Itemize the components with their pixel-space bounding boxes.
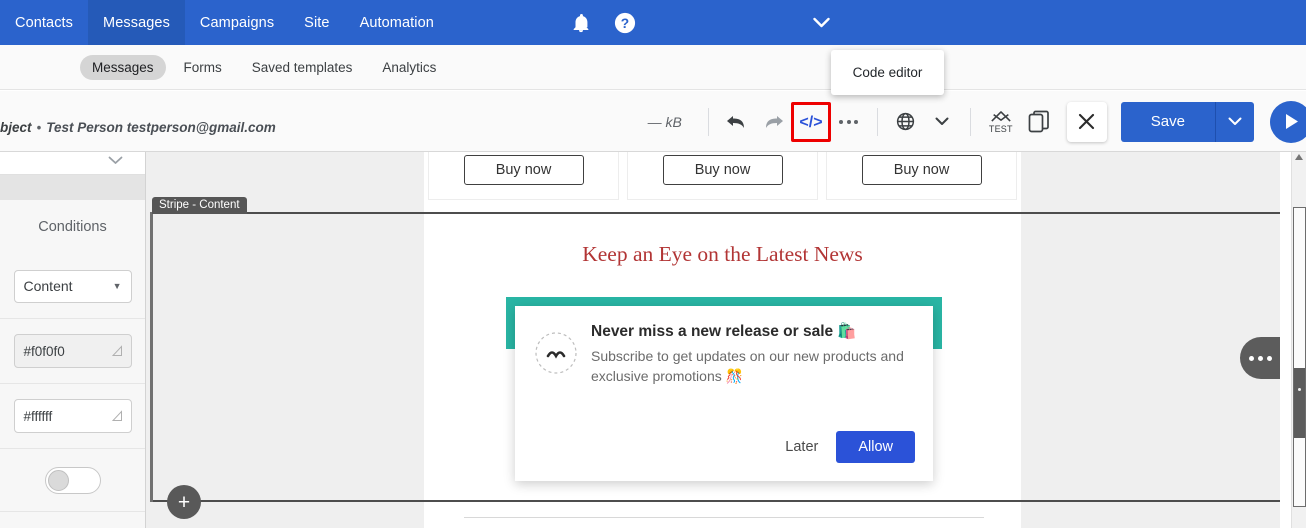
tab-messages[interactable]: Messages <box>80 54 166 80</box>
more-options-icon[interactable] <box>831 104 867 140</box>
subject-label: bject <box>0 120 32 135</box>
notification-subtitle: Subscribe to get updates on our new prod… <box>591 348 904 384</box>
background-color-value: #f0f0f0 <box>23 343 65 359</box>
nav-item-campaigns[interactable]: Campaigns <box>185 0 289 45</box>
sidebar-selected-band <box>0 175 145 200</box>
help-circle-icon[interactable]: ? <box>614 12 636 34</box>
close-editor-button[interactable] <box>1066 101 1107 142</box>
footer-divider <box>464 517 984 518</box>
notification-card-image: Never miss a new release or sale 🛍️ Subs… <box>506 297 942 492</box>
toolbar-divider-3 <box>969 107 971 136</box>
caret-down-icon: ▼ <box>112 281 122 291</box>
subject-separator: • <box>36 120 42 135</box>
sidebar-top-panel <box>0 152 145 175</box>
subject-line: bject • Test Person testperson@gmail.com <box>0 120 276 135</box>
scroll-up-arrow-icon[interactable] <box>1295 154 1303 160</box>
svg-text:?: ? <box>621 16 629 31</box>
sidebar-background-color-row: #f0f0f0 <box>0 319 145 384</box>
canvas-vertical-scrollbar[interactable] <box>1291 152 1306 528</box>
foreground-color-value: #ffffff <box>23 408 53 424</box>
buy-now-button-3[interactable]: Buy now <box>861 155 982 185</box>
code-editor-tooltip: Code editor <box>831 50 944 95</box>
color-picker-droplet-icon-2[interactable] <box>111 410 123 425</box>
preview-play-button[interactable] <box>1270 100 1306 143</box>
scrollbar-thumb[interactable] <box>1294 368 1305 438</box>
background-color-field[interactable]: #f0f0f0 <box>13 334 132 368</box>
allow-button[interactable]: Allow <box>836 431 915 463</box>
sidebar-chevron-down-icon[interactable] <box>108 153 123 168</box>
message-size-label: — kB <box>647 113 682 130</box>
notification-card: Never miss a new release or sale 🛍️ Subs… <box>515 306 933 481</box>
buy-now-button-2[interactable]: Buy now <box>662 155 783 185</box>
tab-forms[interactable]: Forms <box>172 55 234 80</box>
undo-arrow-icon[interactable] <box>719 104 755 140</box>
properties-sidebar: Conditions Content ▼ #f0f0f0 #ffffff <box>0 152 146 528</box>
more-horizontal-icon <box>839 119 859 124</box>
tab-analytics[interactable]: Analytics <box>370 55 448 80</box>
save-button[interactable]: Save <box>1120 101 1216 142</box>
product-cell-1: Buy now <box>428 152 619 200</box>
toggle-knob <box>47 469 69 491</box>
nav-item-site[interactable]: Site <box>289 0 344 45</box>
scrollbar-track[interactable] <box>1293 207 1306 507</box>
save-options-chevron-down-icon[interactable] <box>1216 101 1254 142</box>
toolbar-actions: — kB </> TEST Save <box>648 91 1306 152</box>
news-heading: Keep an Eye on the Latest News <box>582 242 863 266</box>
toolbar-divider <box>707 107 709 136</box>
product-cell-3: Buy now <box>826 152 1017 200</box>
sidebar-foreground-color-row: #ffffff <box>0 384 145 449</box>
notification-title: Never miss a new release or sale 🛍️ <box>591 323 857 340</box>
toolbar-divider-2 <box>876 107 878 136</box>
nav-item-automation[interactable]: Automation <box>345 0 449 45</box>
bell-icon[interactable] <box>570 12 592 34</box>
tab-saved-templates[interactable]: Saved templates <box>240 55 365 80</box>
copy-icon[interactable] <box>1021 104 1057 140</box>
product-buy-row: Buy now Buy now Buy now <box>424 152 1021 200</box>
test-send-icon[interactable]: TEST <box>981 104 1021 140</box>
nav-item-messages[interactable]: Messages <box>88 0 185 45</box>
notification-actions: Later Allow <box>785 431 915 463</box>
later-button[interactable]: Later <box>785 439 818 455</box>
sidebar-content-select-row: Content ▼ <box>0 254 145 319</box>
subject-recipient: Test Person testperson@gmail.com <box>46 120 276 135</box>
nav-icon-group: ? <box>570 12 636 34</box>
content-select-value: Content <box>23 278 73 294</box>
content-select[interactable]: Content ▼ <box>13 269 132 303</box>
sidebar-toggle-row <box>0 449 145 512</box>
color-picker-droplet-icon[interactable] <box>111 345 123 360</box>
stripe-label-tag: Stripe - Content <box>152 197 247 214</box>
globe-icon[interactable] <box>888 104 924 140</box>
feature-toggle-switch[interactable] <box>44 466 101 494</box>
foreground-color-field[interactable]: #ffffff <box>13 399 132 433</box>
top-navigation-bar: Contacts Messages Campaigns Site Automat… <box>0 0 1306 45</box>
buy-now-button-1[interactable]: Buy now <box>463 155 584 185</box>
sidebar-section-conditions: Conditions <box>38 219 107 235</box>
language-chevron-down-icon[interactable] <box>924 104 960 140</box>
stripe-more-options-tab[interactable] <box>1240 337 1280 379</box>
nav-item-contacts[interactable]: Contacts <box>0 0 88 45</box>
email-canvas: Buy now Buy now Buy now Stripe - Content… <box>146 152 1280 528</box>
save-button-group: Save <box>1120 101 1254 142</box>
brand-avatar-icon <box>533 330 579 376</box>
more-horizontal-icon <box>1248 355 1272 361</box>
test-label: TEST <box>988 123 1013 134</box>
code-editor-button[interactable]: </> <box>790 101 831 142</box>
stripe-left-handle[interactable] <box>150 212 153 502</box>
sidebar-bottom-divider <box>0 512 145 528</box>
scrollbar-thumb-pip <box>1298 388 1301 391</box>
email-editor-app: Contacts Messages Campaigns Site Automat… <box>0 0 1306 528</box>
svg-text:</>: </> <box>799 114 822 131</box>
redo-arrow-icon[interactable] <box>755 104 791 140</box>
add-block-button[interactable]: + <box>167 485 201 519</box>
sub-navigation-bar: Messages Forms Saved templates Analytics <box>0 45 1306 90</box>
account-chevron-down-icon[interactable] <box>806 8 836 38</box>
product-cell-2: Buy now <box>627 152 818 200</box>
